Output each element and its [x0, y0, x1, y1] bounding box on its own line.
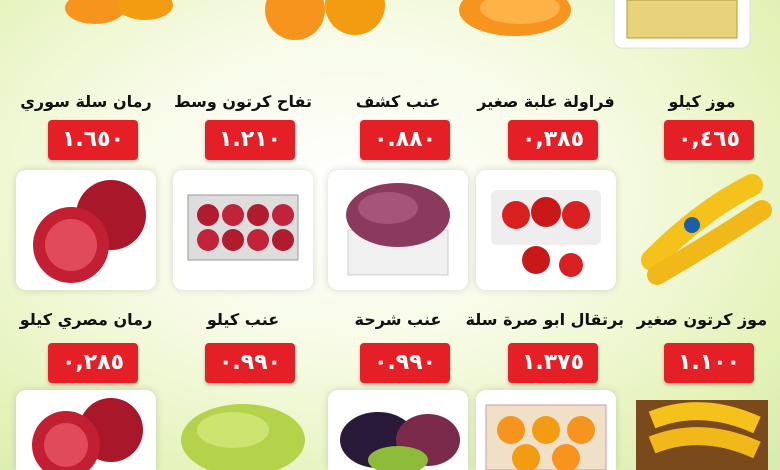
- oranges-basket-image: [476, 390, 616, 470]
- product-pomegranate-egyptian[interactable]: رمان مصري كيلو ٠,٢٨٥: [8, 0, 164, 470]
- product-name: برتقال ابو صرة سلة: [465, 310, 624, 329]
- product-navel-orange-basket[interactable]: برتقال ابو صرة سلة ١.٣٧٥: [466, 0, 624, 470]
- product-banana-carton-small[interactable]: موز كرتون صغير ١.١٠٠: [624, 0, 780, 470]
- green-grapes-image: [173, 390, 313, 470]
- price-tag: ١.١٠٠: [664, 343, 754, 383]
- product-name: رمان مصري كيلو: [19, 310, 153, 329]
- product-name: عنب شرحة: [354, 310, 442, 329]
- price-tag: ١.٣٧٥: [508, 343, 598, 383]
- product-name: عنب كيلو: [206, 310, 280, 329]
- grapes-tray-image: [328, 390, 468, 470]
- price-tag: ٠.٩٩٠: [360, 343, 450, 383]
- product-grapes-tray[interactable]: عنب شرحة ٠.٩٩٠: [320, 0, 476, 470]
- product-name: موز كرتون صغير: [636, 310, 768, 329]
- price-tag: ٠.٩٩٠: [205, 343, 295, 383]
- pomegranate-image: [16, 390, 156, 470]
- price-tag: ٠,٢٨٥: [48, 343, 138, 383]
- product-grapes-kilo[interactable]: عنب كيلو ٠.٩٩٠: [165, 0, 321, 470]
- banana-box-image: [632, 390, 772, 470]
